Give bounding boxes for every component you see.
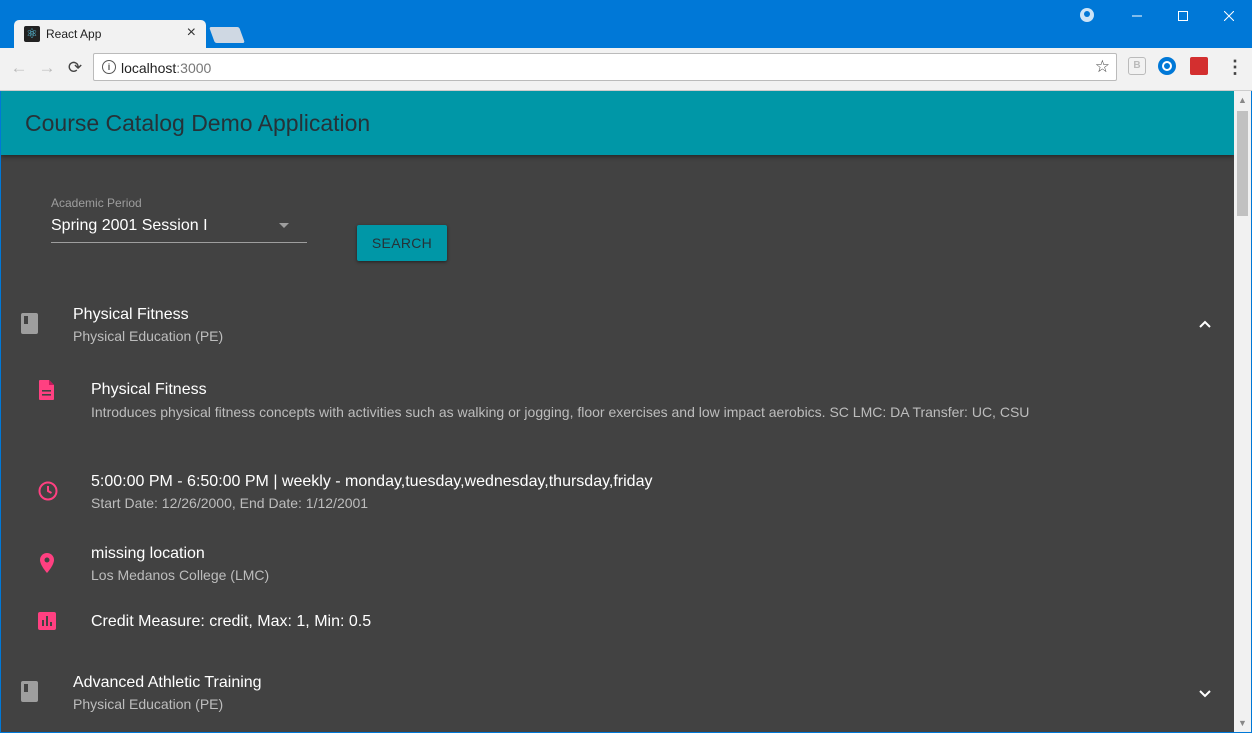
app-title: Course Catalog Demo Application: [25, 110, 371, 136]
tab-title: React App: [46, 27, 102, 41]
course-description: Introduces physical fitness concepts wit…: [91, 404, 1030, 420]
browser-toolbar: ← → ⟳ i localhost:3000 ☆ B ⋮: [0, 48, 1252, 91]
bookmark-star-icon[interactable]: ☆: [1095, 57, 1110, 77]
window-controls: [1114, 0, 1252, 32]
clock-icon: [37, 480, 58, 502]
react-icon: ⚛: [24, 26, 40, 42]
location-pin-icon: [37, 552, 57, 574]
course-credit: Credit Measure: credit, Max: 1, Min: 0.5: [91, 613, 372, 630]
extension-b-icon[interactable]: B: [1128, 57, 1146, 75]
course-title: Physical Fitness: [73, 306, 189, 323]
course-location: missing location: [91, 545, 205, 562]
scroll-up-arrow-icon[interactable]: ▲: [1238, 95, 1247, 105]
address-bar[interactable]: i localhost:3000 ☆: [93, 53, 1117, 81]
academic-period-label: Academic Period: [51, 196, 142, 210]
course-subject: Physical Education (PE): [73, 328, 224, 344]
profile-icon[interactable]: [1080, 8, 1094, 22]
close-window-icon[interactable]: [1206, 0, 1252, 32]
back-icon[interactable]: ←: [8, 57, 30, 79]
app-bar: Course Catalog Demo Application: [1, 91, 1234, 155]
academic-period-select[interactable]: Spring 2001 Session I: [51, 213, 307, 243]
book-icon: [21, 313, 38, 334]
academic-period-value: Spring 2001 Session I: [51, 217, 208, 234]
browser-tab[interactable]: ⚛ React App ×: [14, 20, 206, 48]
new-tab-button[interactable]: [209, 27, 245, 43]
page-viewport: Course Catalog Demo Application Academic…: [1, 91, 1234, 732]
chevron-down-icon[interactable]: [1196, 684, 1214, 702]
scroll-thumb[interactable]: [1237, 111, 1248, 216]
description-icon: [37, 379, 57, 401]
course-panel-header[interactable]: Physical Fitness Physical Education (PE): [1, 298, 1234, 358]
course-dates: Start Date: 12/26/2000, End Date: 1/12/2…: [91, 495, 369, 511]
info-icon[interactable]: i: [102, 60, 116, 74]
reload-icon[interactable]: ⟳: [64, 57, 86, 79]
scroll-down-arrow-icon[interactable]: ▼: [1238, 718, 1247, 728]
minimize-icon[interactable]: [1114, 0, 1160, 32]
course-campus: Los Medanos College (LMC): [91, 567, 270, 583]
dropdown-arrow-icon: [279, 223, 289, 228]
url-text: localhost:3000: [121, 60, 212, 76]
search-button[interactable]: SEARCH: [357, 225, 447, 261]
course-title: Advanced Athletic Training: [73, 674, 262, 691]
extension-red-icon[interactable]: [1190, 57, 1208, 75]
course-subject: Physical Education (PE): [73, 696, 224, 712]
book-icon: [21, 681, 38, 702]
credit-chart-icon: [37, 611, 57, 633]
forward-icon[interactable]: →: [36, 57, 58, 79]
close-tab-icon[interactable]: ×: [187, 24, 196, 42]
maximize-icon[interactable]: [1160, 0, 1206, 32]
browser-menu-icon[interactable]: ⋮: [1226, 57, 1244, 78]
page-scrollbar[interactable]: ▲ ▼: [1234, 91, 1251, 732]
course-panel-header[interactable]: Advanced Athletic Training Physical Educ…: [1, 666, 1234, 726]
extension-circle-icon[interactable]: [1158, 57, 1176, 75]
window-titlebar: ⚛ React App ×: [0, 0, 1252, 48]
chevron-up-icon[interactable]: [1196, 316, 1214, 334]
course-schedule: 5:00:00 PM - 6:50:00 PM | weekly - monda…: [91, 473, 653, 490]
course-description-title: Physical Fitness: [91, 381, 207, 398]
